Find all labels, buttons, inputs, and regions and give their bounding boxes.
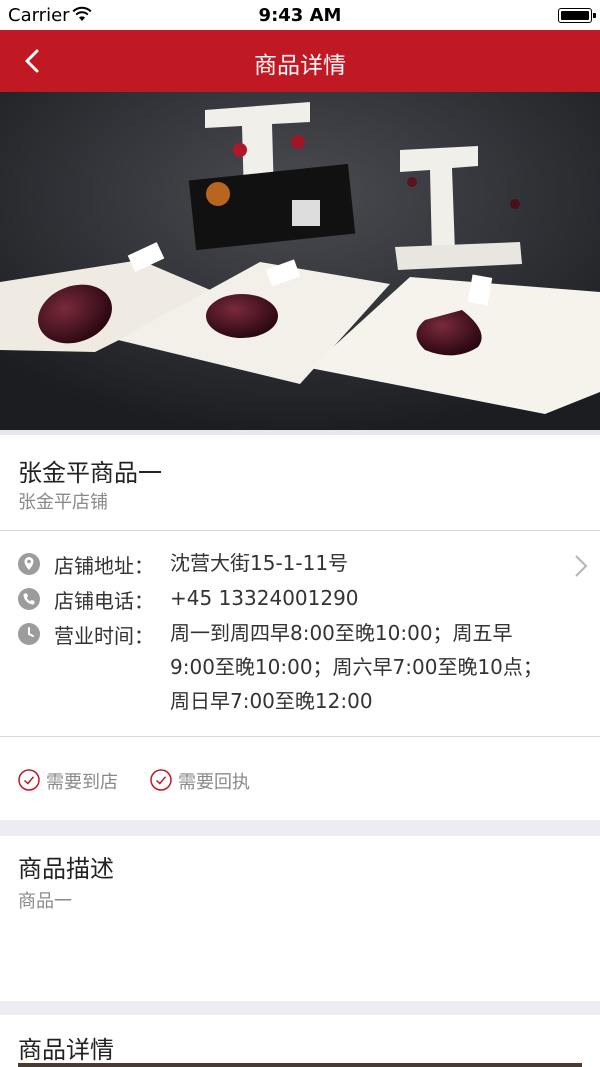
hours-line: 周一到周四早8:00至晚10:00；周五早 (170, 621, 513, 645)
page-title: 商品详情 (254, 53, 346, 79)
description-section: 商品描述 商品一 (0, 836, 600, 1001)
tag-label: 需要到店 (46, 772, 118, 793)
hours-line: 9:00至晚10:00；周六早7:00至晚10点； (170, 655, 543, 679)
tag-label: 需要回执 (178, 772, 250, 793)
shop-name[interactable]: 张金平店铺 (18, 488, 108, 514)
battery-icon (558, 8, 596, 23)
details-image (18, 1063, 582, 1067)
product-name: 张金平商品一 (18, 459, 162, 487)
hours-value: 周一到周四早8:00至晚10:00；周五早 9:00至晚10:00；周六早7:0… (170, 616, 570, 718)
chevron-right-icon[interactable] (572, 552, 590, 580)
phone-value[interactable]: +45 13324001290 (170, 581, 570, 615)
check-circle-icon (150, 769, 172, 791)
clock: 9:43 AM (258, 5, 342, 26)
address-value: 沈营大街15-1-11号 (170, 551, 349, 575)
address-label: 店铺地址： (54, 554, 154, 578)
description-body: 商品一 (18, 891, 72, 912)
hours-label: 营业时间： (54, 624, 154, 648)
location-pin-icon (18, 553, 40, 575)
details-section: 商品详情 (0, 1015, 600, 1067)
product-image[interactable] (0, 92, 600, 435)
details-heading: 商品详情 (18, 1036, 114, 1064)
clock-icon (18, 623, 40, 645)
description-heading: 商品描述 (18, 855, 114, 883)
status-bar: Carrier 9:43 AM (0, 0, 600, 30)
product-header: 张金平商品一 张金平店铺 (0, 435, 600, 530)
store-info: 店铺地址： 沈营大街15-1-11号 店铺电话： +45 13324001290… (0, 531, 600, 736)
section-separator (0, 820, 600, 836)
section-separator (0, 1001, 600, 1015)
jewelry-photo (0, 92, 600, 435)
nav-bar: 商品详情 (0, 30, 600, 92)
check-circle-icon (18, 769, 40, 791)
phone-label: 店铺电话： (54, 589, 154, 613)
hours-line: 周日早7:00至晚12:00 (170, 689, 373, 713)
phone-icon (18, 588, 40, 610)
service-tags: 需要到店 需要回执 (0, 737, 600, 820)
